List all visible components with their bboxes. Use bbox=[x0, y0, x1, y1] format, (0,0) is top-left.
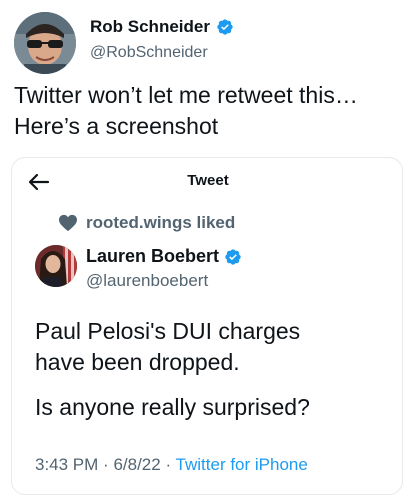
quoted-paragraph: Paul Pelosi's DUI charges have been drop… bbox=[35, 316, 395, 378]
quoted-text-line: Paul Pelosi's DUI charges bbox=[35, 318, 301, 344]
social-context: rooted.wings liked bbox=[58, 213, 235, 233]
verified-badge-icon bbox=[225, 248, 241, 265]
author-name-row: Rob Schneider bbox=[90, 17, 234, 37]
quoted-text-line: have been dropped. bbox=[35, 349, 240, 375]
tweet-text-line: Twitter won’t let me retweet this… bbox=[14, 82, 358, 108]
tweet-date[interactable]: 6/8/22 bbox=[113, 455, 160, 474]
verified-badge-icon bbox=[217, 19, 233, 35]
meta-separator: · bbox=[103, 455, 109, 474]
tweet-source-link[interactable]: Twitter for iPhone bbox=[176, 455, 308, 474]
quoted-text-line: Is anyone really surprised? bbox=[35, 394, 310, 420]
tweet-text-line: Here’s a screenshot bbox=[14, 113, 219, 139]
quoted-author-name[interactable]: Lauren Boebert bbox=[86, 246, 219, 267]
author-handle[interactable]: @RobSchneider bbox=[90, 44, 208, 62]
quoted-author-handle[interactable]: @laurenboebert bbox=[86, 271, 208, 291]
embedded-header-title: Tweet bbox=[187, 172, 229, 189]
author-avatar[interactable] bbox=[14, 12, 76, 74]
tweet-metadata: 3:43 PM · 6/8/22 · Twitter for iPhone bbox=[35, 455, 308, 475]
meta-separator: · bbox=[165, 455, 172, 474]
tweet-time[interactable]: 3:43 PM bbox=[35, 455, 98, 474]
tweet-text: Twitter won’t let me retweet this… Here’… bbox=[14, 80, 404, 142]
heart-icon bbox=[59, 214, 77, 232]
liked-by-text[interactable]: rooted.wings liked bbox=[86, 213, 235, 233]
embedded-tweet-screenshot[interactable]: Tweet rooted.wings liked Lauren Boebert … bbox=[11, 157, 403, 495]
quoted-author-name-row: Lauren Boebert bbox=[86, 246, 242, 267]
quoted-author-avatar[interactable] bbox=[35, 245, 77, 287]
quoted-paragraph: Is anyone really surprised? bbox=[35, 392, 395, 423]
author-name[interactable]: Rob Schneider bbox=[90, 17, 210, 37]
quoted-tweet-text: Paul Pelosi's DUI charges have been drop… bbox=[35, 316, 395, 437]
